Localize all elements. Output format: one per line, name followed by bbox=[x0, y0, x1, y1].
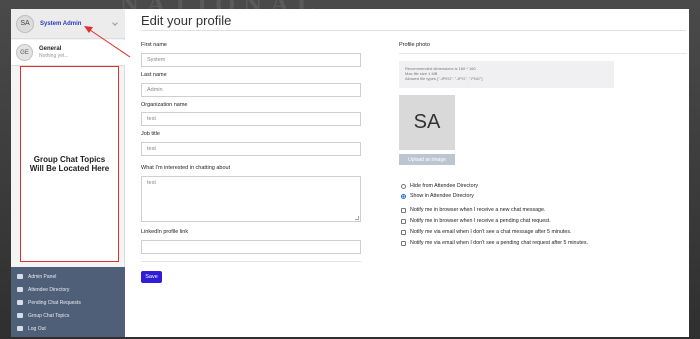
last-name-field[interactable]: Admin bbox=[141, 83, 361, 97]
topic-title: General bbox=[39, 45, 62, 52]
app-window: SA System Admin GE General Nothing yet..… bbox=[11, 9, 689, 337]
topics-placeholder-annotation: Group Chat Topics Will Be Located Here bbox=[20, 66, 119, 262]
form-divider bbox=[141, 261, 361, 262]
topic-subtitle: Nothing yet... bbox=[39, 52, 69, 59]
option-label: Notify me via email when I don't see a p… bbox=[410, 240, 588, 246]
sidebar-item-label: Admin Panel bbox=[28, 273, 57, 280]
option-label: Hide from Attendee Directory bbox=[410, 183, 479, 189]
radio-icon[interactable] bbox=[401, 183, 406, 189]
chevron-down-icon bbox=[112, 20, 118, 26]
upload-image-button[interactable]: Upload an image bbox=[399, 154, 455, 165]
user-menu[interactable]: SA System Admin bbox=[11, 9, 125, 39]
sidebar-item-group-chat-topics[interactable]: Group Chat Topics bbox=[11, 310, 125, 321]
inbox-icon bbox=[17, 300, 23, 305]
photo-info-line: Allowed file types [".JPEG", ".JPG", ".P… bbox=[405, 76, 483, 81]
option-label: Show in Attendee Directory bbox=[410, 193, 474, 199]
sidebar-item-label: Log Out bbox=[28, 325, 46, 332]
sidebar-menu: Admin Panel Attendee Directory Pending C… bbox=[11, 267, 125, 337]
notify-email-request-checkbox[interactable]: Notify me via email when I don't see a p… bbox=[401, 240, 588, 246]
logout-icon bbox=[17, 326, 23, 331]
sidebar-item-pending-chat-requests[interactable]: Pending Chat Requests bbox=[11, 297, 125, 308]
organization-label: Organization name bbox=[141, 102, 188, 108]
resize-handle-icon[interactable] bbox=[355, 216, 359, 220]
main-content: Edit your profile First name System Last… bbox=[125, 9, 689, 337]
linkedin-label: LinkedIn profile link bbox=[141, 229, 189, 235]
page-title: Edit your profile bbox=[141, 13, 232, 28]
sidebar-item-label: Attendee Directory bbox=[28, 286, 70, 293]
photo-requirements: Recommended dimensions is 160 * 160 Max … bbox=[399, 61, 614, 88]
notify-browser-message-checkbox[interactable]: Notify me in browser when I receive a ne… bbox=[401, 207, 545, 213]
avatar: SA bbox=[16, 14, 34, 33]
sidebar-item-admin-panel[interactable]: Admin Panel bbox=[11, 271, 125, 282]
option-label: Notify me in browser when I receive a pe… bbox=[410, 218, 551, 224]
notify-email-message-checkbox[interactable]: Notify me via email when I don't see a c… bbox=[401, 229, 571, 235]
linkedin-field[interactable] bbox=[141, 240, 361, 254]
topic-avatar: GE bbox=[16, 44, 33, 61]
last-name-label: Last name bbox=[141, 72, 167, 78]
dashboard-icon bbox=[17, 274, 23, 279]
first-name-field[interactable]: System bbox=[141, 53, 361, 67]
job-title-label: Job title bbox=[141, 131, 160, 137]
profile-photo: SA bbox=[399, 95, 455, 150]
sidebar: SA System Admin GE General Nothing yet..… bbox=[11, 9, 125, 337]
profile-photo-label: Profile photo bbox=[399, 42, 430, 48]
notify-browser-request-checkbox[interactable]: Notify me in browser when I receive a pe… bbox=[401, 218, 551, 224]
first-name-label: First name bbox=[141, 42, 167, 48]
job-title-field[interactable]: test bbox=[141, 142, 361, 156]
topic-text: General Nothing yet... bbox=[39, 46, 68, 60]
checkbox-icon[interactable] bbox=[401, 207, 406, 213]
checkbox-icon[interactable] bbox=[401, 229, 406, 235]
title-divider bbox=[141, 30, 686, 31]
option-label: Notify me via email when I don't see a c… bbox=[410, 229, 572, 235]
interests-textarea[interactable]: test bbox=[141, 176, 361, 222]
sidebar-item-log-out[interactable]: Log Out bbox=[11, 323, 125, 334]
photo-divider bbox=[399, 53, 687, 54]
show-in-directory-option[interactable]: Show in Attendee Directory bbox=[401, 193, 474, 199]
checkbox-icon[interactable] bbox=[401, 240, 406, 246]
sidebar-item-label: Pending Chat Requests bbox=[28, 299, 81, 306]
hide-from-directory-option[interactable]: Hide from Attendee Directory bbox=[401, 183, 478, 189]
save-button[interactable]: Save bbox=[141, 271, 162, 283]
checkbox-icon[interactable] bbox=[401, 218, 406, 224]
sidebar-item-attendee-directory[interactable]: Attendee Directory bbox=[11, 284, 125, 295]
organization-field[interactable]: test bbox=[141, 112, 361, 126]
interests-value: test bbox=[147, 180, 156, 186]
sidebar-item-label: Group Chat Topics bbox=[28, 312, 70, 319]
user-name: System Admin bbox=[40, 20, 82, 27]
interests-label: What I'm interested in chatting about bbox=[141, 165, 231, 171]
chat-icon bbox=[17, 313, 23, 318]
radio-selected-icon[interactable] bbox=[401, 193, 406, 199]
topics-placeholder-text: Group Chat Topics Will Be Located Here bbox=[29, 155, 110, 173]
option-label: Notify me in browser when I receive a ne… bbox=[410, 207, 546, 213]
topic-item-general[interactable]: GE General Nothing yet... bbox=[11, 40, 125, 66]
users-icon bbox=[17, 287, 23, 292]
